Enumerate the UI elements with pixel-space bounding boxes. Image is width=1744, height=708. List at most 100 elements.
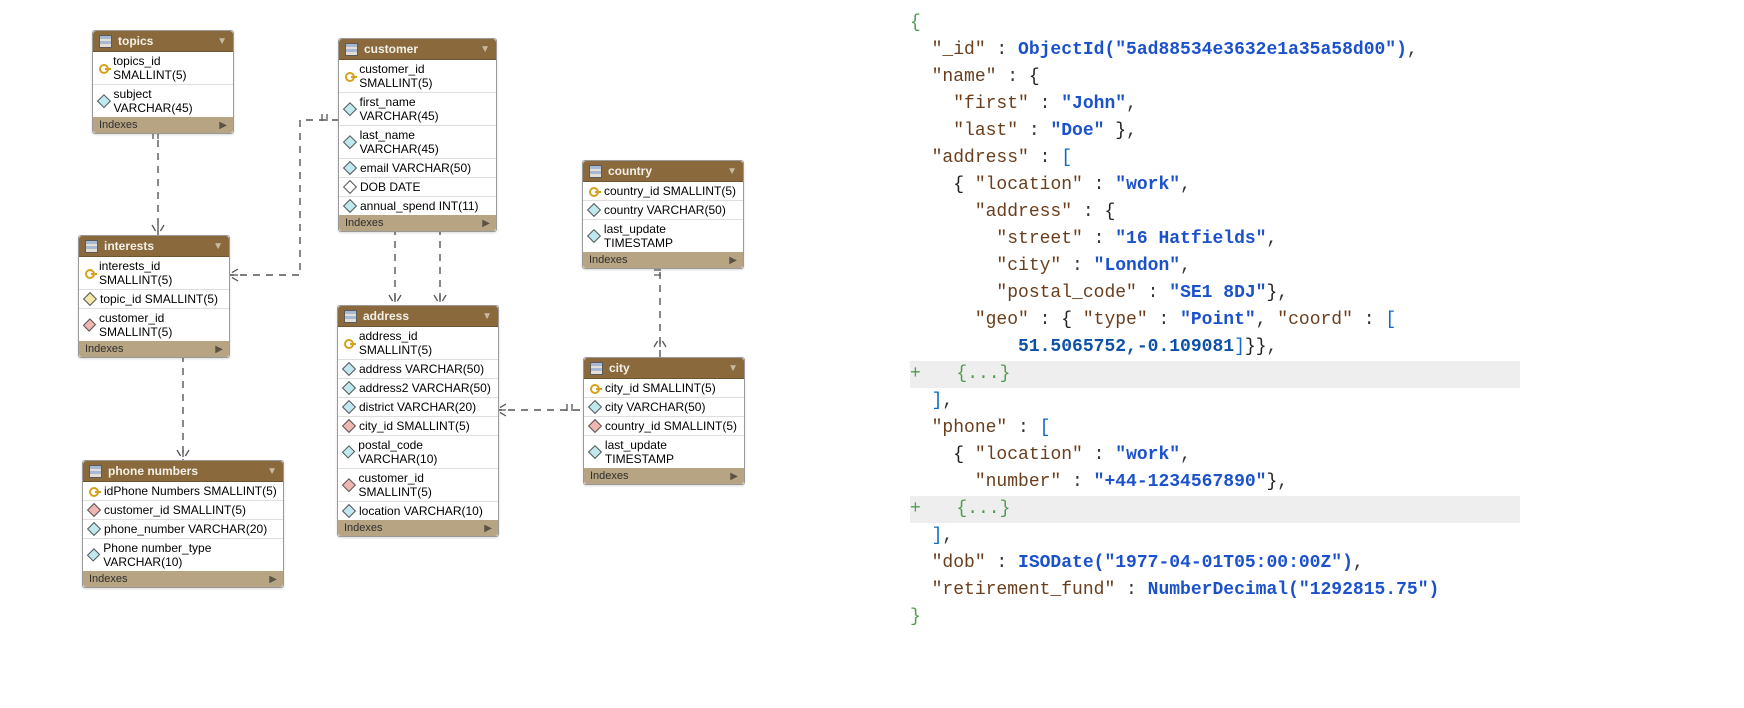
chevron-right-icon: ▶ <box>729 255 737 266</box>
entity-columns: idPhone Numbers SMALLINT(5) customer_id … <box>83 482 283 571</box>
entity-country[interactable]: country ▼ country_id SMALLINT(5) country… <box>582 160 744 269</box>
indexes-row[interactable]: Indexes▶ <box>584 468 744 484</box>
json-document: { "_id" : ObjectId("5ad88534e3632e1a35a5… <box>910 10 1520 631</box>
column-row[interactable]: city VARCHAR(50) <box>584 398 744 417</box>
entity-columns: interests_id SMALLINT(5) topic_id SMALLI… <box>79 257 229 341</box>
diamond-icon <box>342 445 356 459</box>
table-icon <box>99 35 112 48</box>
column-row[interactable]: DOB DATE <box>339 178 496 197</box>
chevron-right-icon: ▶ <box>484 523 492 534</box>
chevron-down-icon: ▼ <box>213 241 223 252</box>
entity-header[interactable]: topics ▼ <box>93 31 233 52</box>
diamond-icon <box>588 445 602 459</box>
entity-header[interactable]: country ▼ <box>583 161 743 182</box>
diamond-icon <box>342 381 356 395</box>
key-icon <box>85 268 94 278</box>
column-row[interactable]: topic_id SMALLINT(5) <box>79 290 229 309</box>
entity-header[interactable]: address ▼ <box>338 306 498 327</box>
column-row[interactable]: country VARCHAR(50) <box>583 201 743 220</box>
column-row[interactable]: first_name VARCHAR(45) <box>339 93 496 126</box>
column-row[interactable]: address2 VARCHAR(50) <box>338 379 498 398</box>
erd-canvas: topics ▼ topics_id SMALLINT(5) subject V… <box>0 0 760 708</box>
table-icon <box>344 310 357 323</box>
entity-header[interactable]: customer ▼ <box>339 39 496 60</box>
indexes-row[interactable]: Indexes▶ <box>83 571 283 587</box>
diamond-icon <box>87 548 101 562</box>
column-row[interactable]: country_id SMALLINT(5) <box>583 182 743 201</box>
chevron-down-icon: ▼ <box>267 466 277 477</box>
column-row[interactable]: last_update TIMESTAMP <box>584 436 744 468</box>
key-icon <box>344 338 354 348</box>
indexes-row[interactable]: Indexes▶ <box>79 341 229 357</box>
column-row[interactable]: customer_id SMALLINT(5) <box>79 309 229 341</box>
column-row[interactable]: city_id SMALLINT(5) <box>338 417 498 436</box>
indexes-row[interactable]: Indexes▶ <box>339 215 496 231</box>
entity-title: city <box>609 361 630 375</box>
entity-header[interactable]: city ▼ <box>584 358 744 379</box>
diamond-icon <box>342 362 356 376</box>
column-row[interactable]: email VARCHAR(50) <box>339 159 496 178</box>
column-row[interactable]: postal_code VARCHAR(10) <box>338 436 498 469</box>
entity-header[interactable]: interests ▼ <box>79 236 229 257</box>
column-row[interactable]: last_update TIMESTAMP <box>583 220 743 252</box>
chevron-down-icon: ▼ <box>217 36 227 47</box>
column-row[interactable]: subject VARCHAR(45) <box>93 85 233 117</box>
column-row[interactable]: customer_id SMALLINT(5) <box>83 501 283 520</box>
diamond-icon <box>83 292 97 306</box>
diamond-icon <box>587 229 601 243</box>
diamond-icon <box>87 503 101 517</box>
diamond-icon <box>588 400 602 414</box>
entity-columns: address_id SMALLINT(5) address VARCHAR(5… <box>338 327 498 520</box>
chevron-right-icon: ▶ <box>482 218 490 229</box>
chevron-right-icon: ▶ <box>219 120 227 131</box>
column-row[interactable]: Phone number_type VARCHAR(10) <box>83 539 283 571</box>
entity-title: topics <box>118 34 153 48</box>
column-row[interactable]: annual_spend INT(11) <box>339 197 496 215</box>
diamond-icon <box>588 419 602 433</box>
fold-line[interactable]: + {...} <box>910 496 1520 523</box>
entity-columns: customer_id SMALLINT(5) first_name VARCH… <box>339 60 496 215</box>
key-icon <box>345 71 354 81</box>
entity-address[interactable]: address ▼ address_id SMALLINT(5) address… <box>337 305 499 537</box>
entity-title: country <box>608 164 652 178</box>
indexes-row[interactable]: Indexes▶ <box>93 117 233 133</box>
key-icon <box>89 486 99 496</box>
column-row[interactable]: country_id SMALLINT(5) <box>584 417 744 436</box>
column-row[interactable]: address_id SMALLINT(5) <box>338 327 498 360</box>
entity-phone-numbers[interactable]: phone numbers ▼ idPhone Numbers SMALLINT… <box>82 460 284 588</box>
entity-columns: country_id SMALLINT(5) country VARCHAR(5… <box>583 182 743 252</box>
column-row[interactable]: idPhone Numbers SMALLINT(5) <box>83 482 283 501</box>
column-row[interactable]: interests_id SMALLINT(5) <box>79 257 229 290</box>
indexes-row[interactable]: Indexes▶ <box>338 520 498 536</box>
entity-title: customer <box>364 42 418 56</box>
entity-interests[interactable]: interests ▼ interests_id SMALLINT(5) top… <box>78 235 230 358</box>
column-row[interactable]: district VARCHAR(20) <box>338 398 498 417</box>
diamond-icon <box>97 94 111 108</box>
table-icon <box>89 465 102 478</box>
diamond-icon <box>83 318 96 331</box>
column-row[interactable]: location VARCHAR(10) <box>338 502 498 520</box>
diamond-icon <box>342 419 356 433</box>
table-icon <box>85 240 98 253</box>
fold-line[interactable]: + {...} <box>910 361 1520 388</box>
entity-topics[interactable]: topics ▼ topics_id SMALLINT(5) subject V… <box>92 30 234 134</box>
column-row[interactable]: customer_id SMALLINT(5) <box>338 469 498 502</box>
table-icon <box>590 362 603 375</box>
column-row[interactable]: topics_id SMALLINT(5) <box>93 52 233 85</box>
column-row[interactable]: phone_number VARCHAR(20) <box>83 520 283 539</box>
chevron-right-icon: ▶ <box>730 471 738 482</box>
entity-customer[interactable]: customer ▼ customer_id SMALLINT(5) first… <box>338 38 497 232</box>
table-icon <box>345 43 358 56</box>
column-row[interactable]: address VARCHAR(50) <box>338 360 498 379</box>
entity-columns: topics_id SMALLINT(5) subject VARCHAR(45… <box>93 52 233 117</box>
chevron-down-icon: ▼ <box>482 311 492 322</box>
indexes-row[interactable]: Indexes▶ <box>583 252 743 268</box>
column-row[interactable]: customer_id SMALLINT(5) <box>339 60 496 93</box>
key-icon <box>99 63 108 73</box>
entity-city[interactable]: city ▼ city_id SMALLINT(5) city VARCHAR(… <box>583 357 745 485</box>
comparison-stage: topics ▼ topics_id SMALLINT(5) subject V… <box>0 0 1744 708</box>
diamond-icon <box>343 161 357 175</box>
column-row[interactable]: last_name VARCHAR(45) <box>339 126 496 159</box>
column-row[interactable]: city_id SMALLINT(5) <box>584 379 744 398</box>
entity-header[interactable]: phone numbers ▼ <box>83 461 283 482</box>
